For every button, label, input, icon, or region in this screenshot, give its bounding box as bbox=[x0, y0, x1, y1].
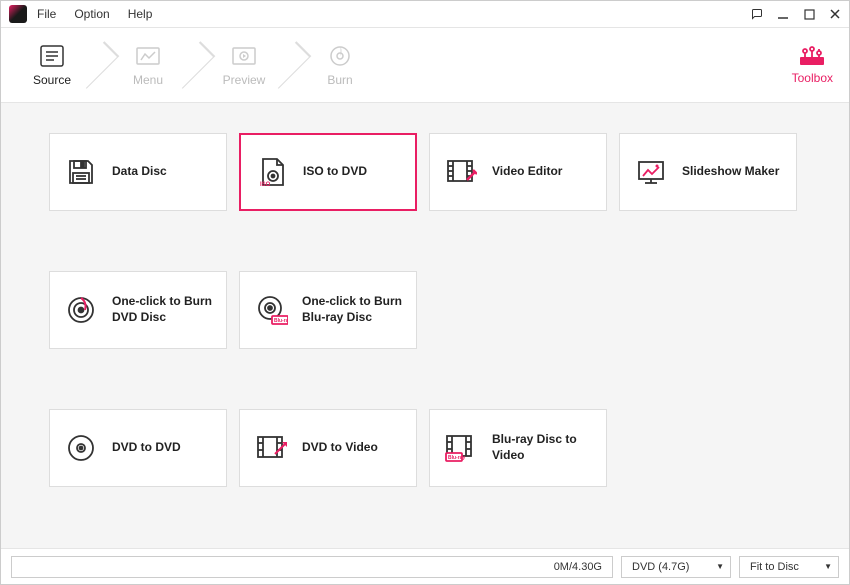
bottom-bar: 0M/4.30G DVD (4.7G) ▼ Fit to Disc ▼ bbox=[1, 548, 849, 584]
card-label: Blu-ray Disc to Video bbox=[492, 432, 592, 463]
svg-text:Blu-ray: Blu-ray bbox=[448, 455, 465, 461]
iso-file-icon: ISO bbox=[255, 155, 289, 189]
step-preview[interactable]: Preview bbox=[209, 43, 279, 87]
disc-burn-icon bbox=[64, 293, 98, 327]
step-menu-label: Menu bbox=[133, 73, 163, 87]
disc-type-value: DVD (4.7G) bbox=[632, 561, 689, 573]
disc-bluray-icon: Blu-ray bbox=[254, 293, 288, 327]
card-iso-to-dvd[interactable]: ISO ISO to DVD bbox=[239, 133, 417, 211]
film-edit-icon bbox=[444, 155, 478, 189]
fit-value: Fit to Disc bbox=[750, 561, 799, 573]
feedback-icon[interactable] bbox=[751, 8, 763, 20]
preview-icon bbox=[231, 43, 257, 69]
step-menu[interactable]: Menu bbox=[113, 43, 183, 87]
chevron-right-icon bbox=[85, 38, 115, 93]
disc-usage-bar: 0M/4.30G bbox=[11, 556, 613, 578]
card-data-disc[interactable]: Data Disc bbox=[49, 133, 227, 211]
card-label: One-click to Burn Blu-ray Disc bbox=[302, 294, 402, 325]
card-row: DVD to DVD DVD to Video Blu-ray Blu-ray … bbox=[49, 409, 801, 487]
card-dvd-to-dvd[interactable]: DVD to DVD bbox=[49, 409, 227, 487]
maximize-icon[interactable] bbox=[803, 8, 815, 20]
card-label: Data Disc bbox=[112, 164, 167, 180]
chevron-right-icon bbox=[181, 38, 211, 93]
chevron-right-icon bbox=[277, 38, 307, 93]
menu-file[interactable]: File bbox=[37, 7, 56, 21]
film-export-icon bbox=[254, 431, 288, 465]
card-label: ISO to DVD bbox=[303, 164, 367, 180]
fit-select[interactable]: Fit to Disc ▼ bbox=[739, 556, 839, 578]
card-dvd-to-video[interactable]: DVD to Video bbox=[239, 409, 417, 487]
toolbox-button[interactable]: Toolbox bbox=[792, 45, 833, 85]
toolbox-label: Toolbox bbox=[792, 71, 833, 85]
disc-type-select[interactable]: DVD (4.7G) ▼ bbox=[621, 556, 731, 578]
card-row: Data Disc ISO ISO to DVD Video Editor Sl… bbox=[49, 133, 801, 211]
menu-step-icon bbox=[135, 43, 161, 69]
disc-icon bbox=[64, 431, 98, 465]
svg-text:ISO: ISO bbox=[260, 182, 271, 188]
disc-usage-text: 0M/4.30G bbox=[554, 561, 602, 573]
burn-icon bbox=[327, 43, 353, 69]
floppy-icon bbox=[64, 155, 98, 189]
window-controls bbox=[751, 8, 841, 20]
step-preview-label: Preview bbox=[223, 73, 266, 87]
card-label: DVD to Video bbox=[302, 440, 378, 456]
chevron-down-icon: ▼ bbox=[824, 562, 832, 571]
slideshow-icon bbox=[634, 155, 668, 189]
close-icon[interactable] bbox=[829, 8, 841, 20]
step-burn-label: Burn bbox=[327, 73, 352, 87]
card-slideshow-maker[interactable]: Slideshow Maker bbox=[619, 133, 797, 211]
menu-option[interactable]: Option bbox=[74, 7, 109, 21]
menu-help[interactable]: Help bbox=[128, 7, 153, 21]
card-label: One-click to Burn DVD Disc bbox=[112, 294, 212, 325]
card-bluray-to-video[interactable]: Blu-ray Blu-ray Disc to Video bbox=[429, 409, 607, 487]
card-row: One-click to Burn DVD Disc Blu-ray One-c… bbox=[49, 271, 801, 349]
step-burn[interactable]: Burn bbox=[305, 43, 375, 87]
card-label: Video Editor bbox=[492, 164, 562, 180]
menu-bar: File Option Help bbox=[37, 7, 152, 21]
step-source[interactable]: Source bbox=[17, 43, 87, 87]
titlebar: File Option Help bbox=[1, 1, 849, 28]
content-area: Data Disc ISO ISO to DVD Video Editor Sl… bbox=[1, 103, 849, 548]
film-bluray-icon: Blu-ray bbox=[444, 431, 478, 465]
card-video-editor[interactable]: Video Editor bbox=[429, 133, 607, 211]
app-logo bbox=[9, 5, 27, 23]
svg-text:Blu-ray: Blu-ray bbox=[274, 318, 288, 324]
card-one-click-bluray[interactable]: Blu-ray One-click to Burn Blu-ray Disc bbox=[239, 271, 417, 349]
step-source-label: Source bbox=[33, 73, 71, 87]
step-bar: Source Menu Preview Burn Toolbox bbox=[1, 28, 849, 103]
card-one-click-dvd[interactable]: One-click to Burn DVD Disc bbox=[49, 271, 227, 349]
card-label: Slideshow Maker bbox=[682, 164, 779, 180]
source-icon bbox=[39, 43, 65, 69]
chevron-down-icon: ▼ bbox=[716, 562, 724, 571]
minimize-icon[interactable] bbox=[777, 8, 789, 20]
card-label: DVD to DVD bbox=[112, 440, 181, 456]
